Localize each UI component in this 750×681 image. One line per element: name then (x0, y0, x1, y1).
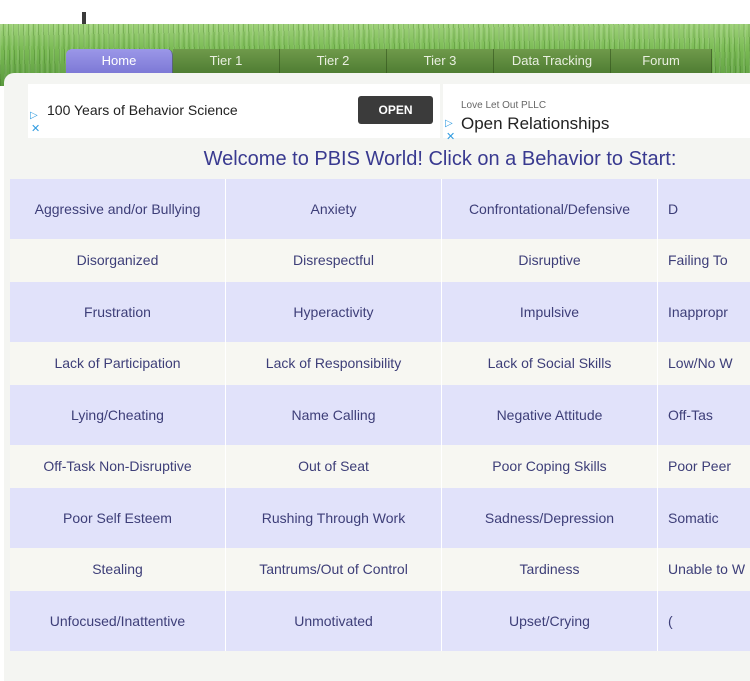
behavior-link[interactable]: Impulsive (442, 282, 658, 342)
behavior-link[interactable]: Hyperactivity (226, 282, 442, 342)
behavior-link[interactable]: Sadness/Depression (442, 488, 658, 548)
ad-sponsor: Love Let Out PLLC (461, 100, 547, 111)
behavior-link[interactable]: Out of Seat (226, 445, 442, 488)
table-row: Frustration Hyperactivity Impulsive Inap… (10, 282, 750, 342)
behavior-link[interactable]: Inappropr (658, 282, 750, 342)
behavior-link[interactable]: Poor Self Esteem (10, 488, 226, 548)
behavior-link[interactable]: Disorganized (10, 239, 226, 282)
behavior-link[interactable]: Frustration (10, 282, 226, 342)
behavior-link[interactable]: Off-Tas (658, 385, 750, 445)
table-row: Aggressive and/or Bullying Anxiety Confr… (10, 179, 750, 239)
behavior-link[interactable]: Stealing (10, 548, 226, 591)
behavior-link[interactable]: Unfocused/Inattentive (10, 591, 226, 651)
nav-tier-2[interactable]: Tier 2 (280, 49, 387, 73)
main-nav: Home Tier 1 Tier 2 Tier 3 Data Tracking … (66, 49, 712, 73)
table-row: Disorganized Disrespectful Disruptive Fa… (10, 239, 750, 282)
ad-title[interactable]: 100 Years of Behavior Science (47, 102, 238, 118)
behavior-link[interactable]: Lying/Cheating (10, 385, 226, 445)
ad-banner-right[interactable]: Love Let Out PLLC ▷ ✕ Open Relationships (443, 84, 750, 143)
behavior-link[interactable]: Off-Task Non-Disruptive (10, 445, 226, 488)
table-row: Stealing Tantrums/Out of Control Tardine… (10, 548, 750, 591)
page-title: Welcome to PBIS World! Click on a Behavi… (203, 148, 677, 170)
ad-play-icon[interactable]: ▷ (30, 110, 38, 121)
behavior-link[interactable]: Low/No W (658, 342, 750, 385)
behavior-link[interactable]: Lack of Participation (10, 342, 226, 385)
nav-tier-1[interactable]: Tier 1 (173, 49, 280, 73)
behavior-link[interactable]: Poor Peer (658, 445, 750, 488)
behavior-link[interactable]: Unable to W (658, 548, 750, 591)
behavior-grid: Aggressive and/or Bullying Anxiety Confr… (10, 179, 750, 651)
ad-close-icon[interactable]: ✕ (446, 130, 455, 143)
ad-close-icon[interactable]: ✕ (31, 122, 40, 135)
table-row: Poor Self Esteem Rushing Through Work Sa… (10, 488, 750, 548)
behavior-link[interactable]: Tantrums/Out of Control (226, 548, 442, 591)
behavior-link[interactable]: ( (658, 591, 750, 651)
behavior-link[interactable]: Upset/Crying (442, 591, 658, 651)
ad-play-icon[interactable]: ▷ (445, 118, 453, 129)
behavior-link[interactable]: Negative Attitude (442, 385, 658, 445)
nav-home[interactable]: Home (66, 49, 173, 73)
behavior-link[interactable]: Rushing Through Work (226, 488, 442, 548)
ad-open-button[interactable]: OPEN (358, 96, 433, 124)
behavior-link[interactable]: Poor Coping Skills (442, 445, 658, 488)
table-row: Lying/Cheating Name Calling Negative Att… (10, 385, 750, 445)
nav-forum[interactable]: Forum (611, 49, 712, 73)
top-strip (0, 0, 750, 24)
behavior-link[interactable]: Unmotivated (226, 591, 442, 651)
behavior-link[interactable]: Lack of Social Skills (442, 342, 658, 385)
table-row: Off-Task Non-Disruptive Out of Seat Poor… (10, 445, 750, 488)
decorative-post (82, 12, 86, 24)
ad-title[interactable]: Open Relationships (461, 114, 609, 134)
table-row: Lack of Participation Lack of Responsibi… (10, 342, 750, 385)
nav-data-tracking[interactable]: Data Tracking (494, 49, 611, 73)
behavior-link[interactable]: Failing To (658, 239, 750, 282)
nav-tier-3[interactable]: Tier 3 (387, 49, 494, 73)
behavior-link[interactable]: Disruptive (442, 239, 658, 282)
behavior-link[interactable]: Aggressive and/or Bullying (10, 179, 226, 239)
behavior-link[interactable]: Disrespectful (226, 239, 442, 282)
behavior-link[interactable]: Name Calling (226, 385, 442, 445)
behavior-link[interactable]: Tardiness (442, 548, 658, 591)
behavior-link[interactable]: Somatic (658, 488, 750, 548)
table-row: Unfocused/Inattentive Unmotivated Upset/… (10, 591, 750, 651)
ad-banner-left[interactable]: ▷ ✕ 100 Years of Behavior Science OPEN (28, 84, 440, 138)
behavior-link[interactable]: D (658, 179, 750, 239)
behavior-link[interactable]: Lack of Responsibility (226, 342, 442, 385)
behavior-link[interactable]: Confrontational/Defensive (442, 179, 658, 239)
behavior-link[interactable]: Anxiety (226, 179, 442, 239)
